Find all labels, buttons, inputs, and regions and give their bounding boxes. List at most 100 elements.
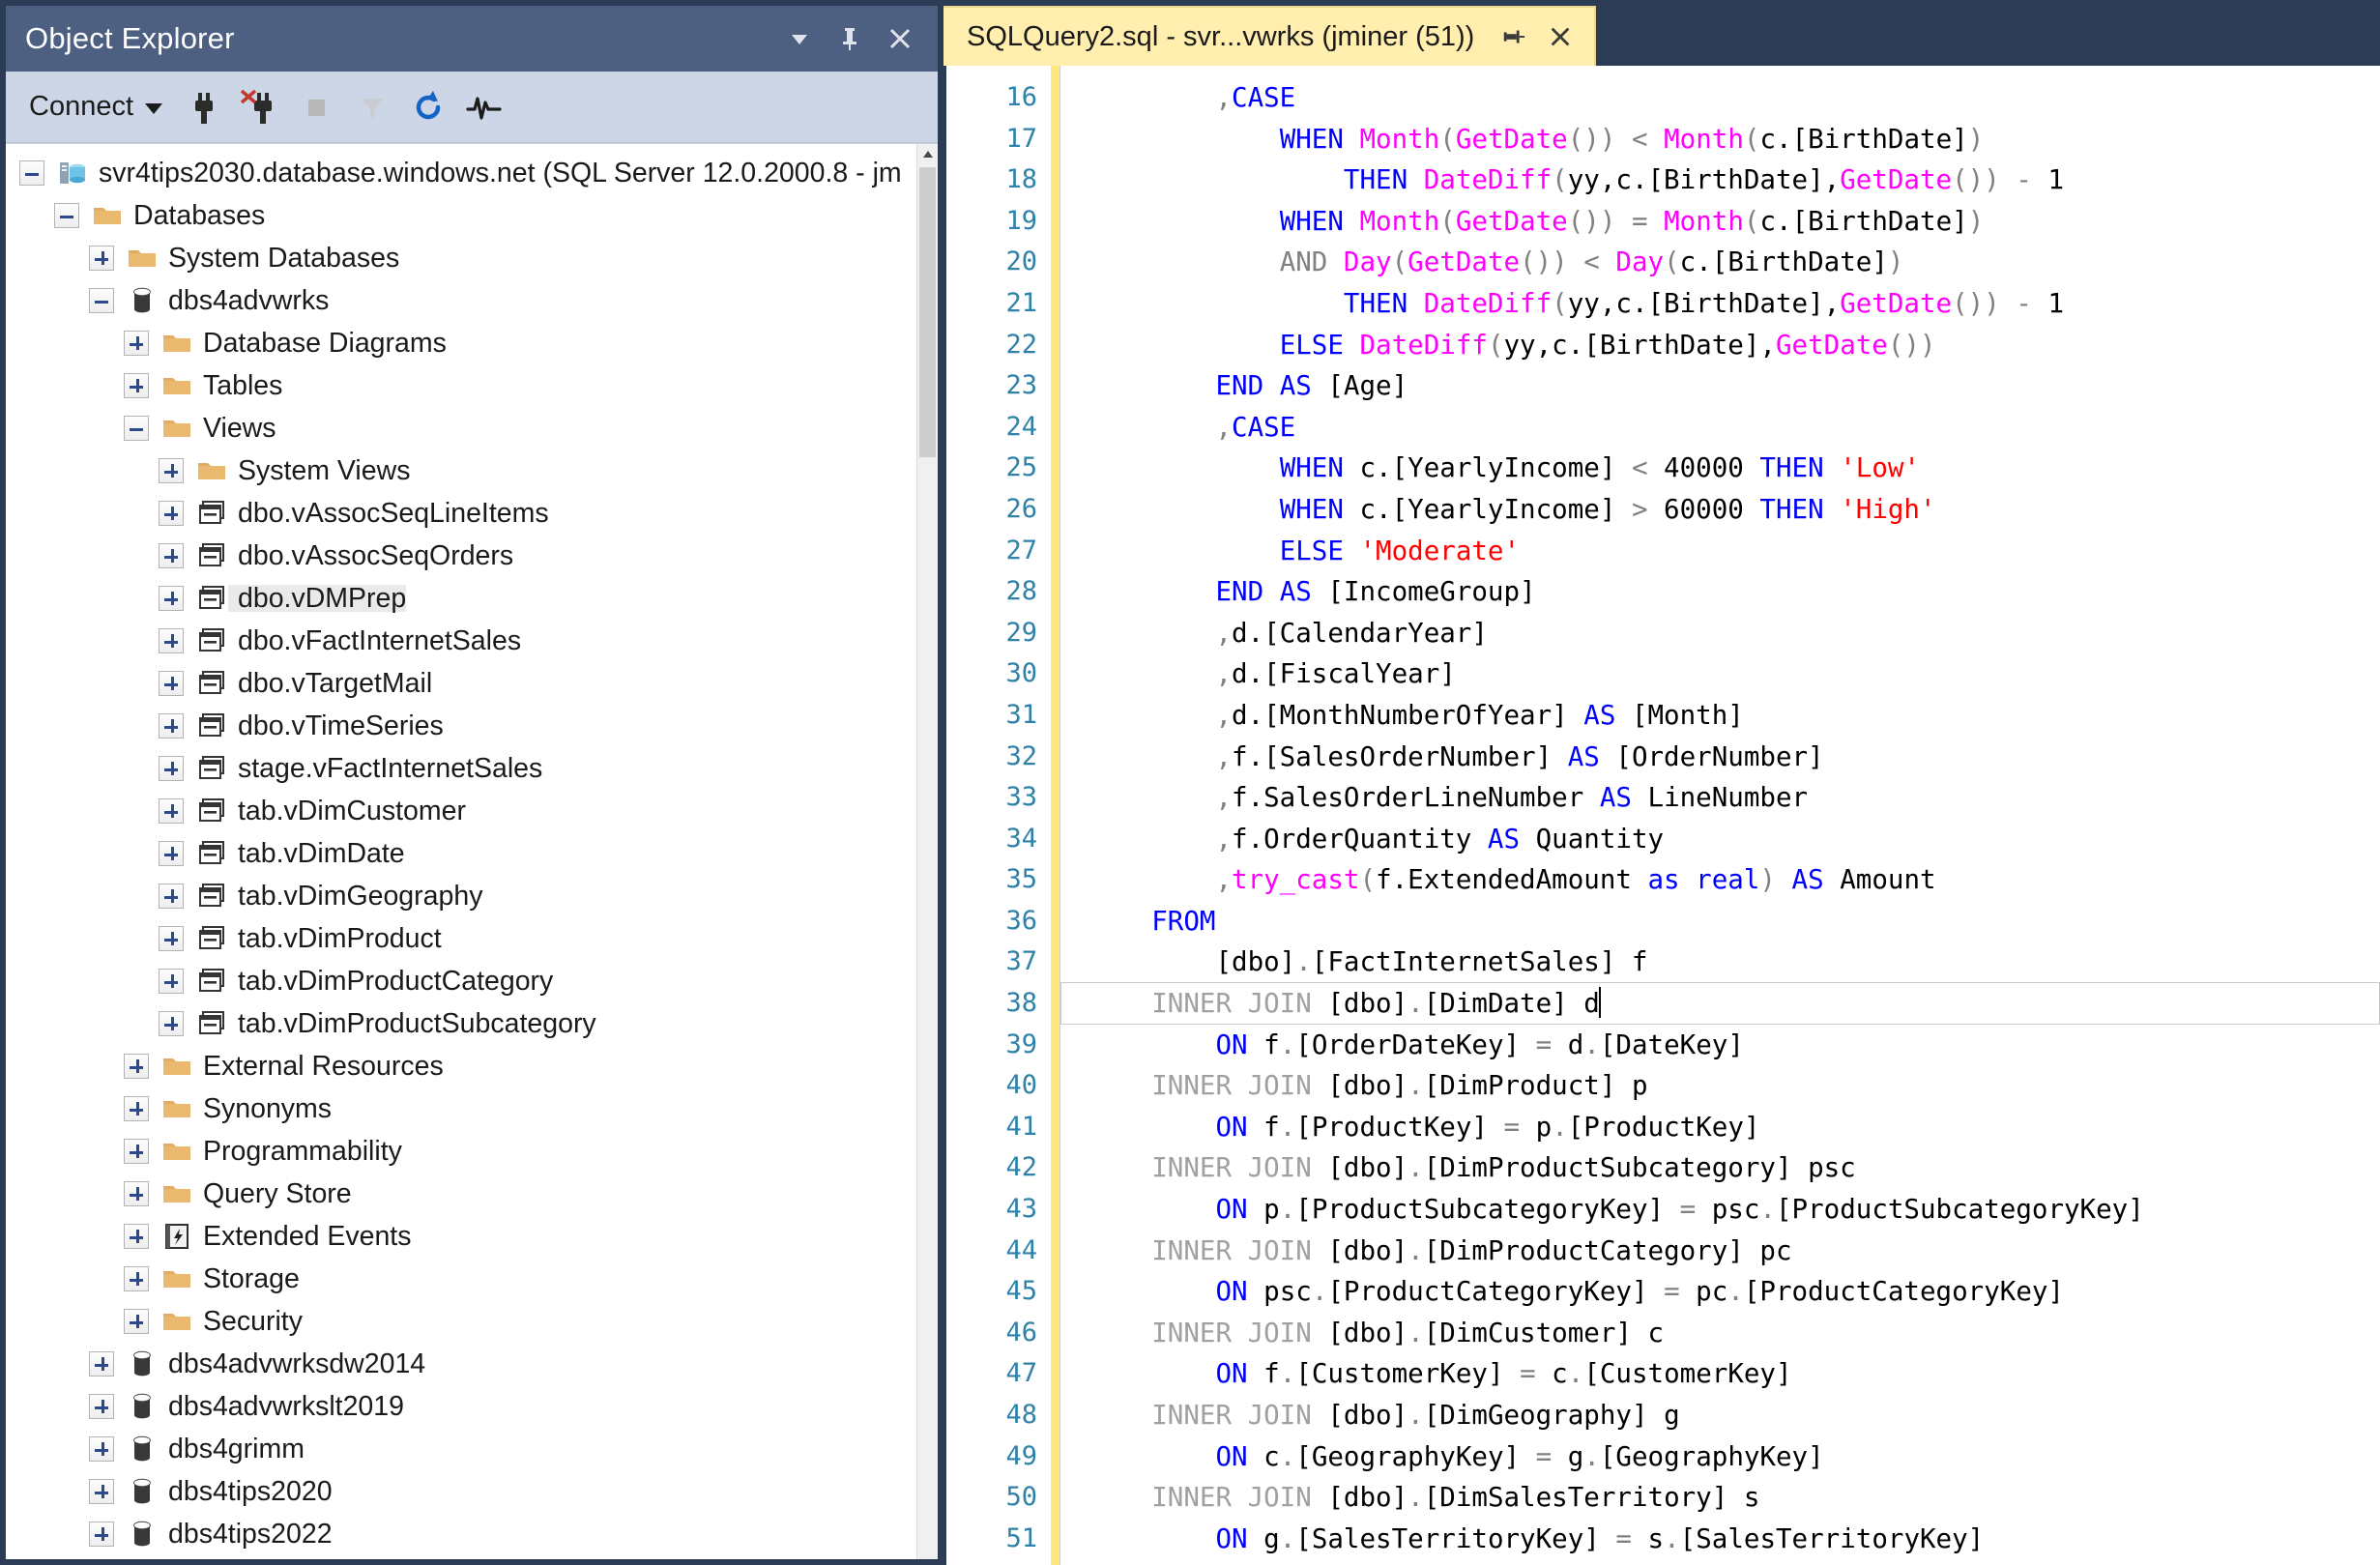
code-line[interactable]: FROM: [1088, 901, 2380, 942]
expand-icon[interactable]: [124, 1224, 149, 1249]
tree-node[interactable]: Synonyms: [6, 1087, 916, 1130]
code-line[interactable]: INNER JOIN [dbo].[DimProduct] p: [1088, 1065, 2380, 1107]
tree-node[interactable]: dbs4tips2022: [6, 1513, 916, 1555]
code-line[interactable]: ,CASE: [1088, 77, 2380, 119]
collapse-icon[interactable]: [54, 203, 79, 228]
code-line[interactable]: ,f.SalesOrderLineNumber AS LineNumber: [1088, 777, 2380, 819]
tree-node[interactable]: tab.vDimProductCategory: [6, 960, 916, 1002]
code-line[interactable]: ELSE DateDiff(yy,c.[BirthDate],GetDate()…: [1088, 325, 2380, 366]
code-line[interactable]: WHEN c.[YearlyIncome] < 40000 THEN 'Low': [1088, 448, 2380, 489]
close-icon[interactable]: [884, 22, 916, 55]
tree-node[interactable]: tab.vDimProductSubcategory: [6, 1002, 916, 1045]
sql-code-editor[interactable]: 16 17 18 19 20 21 22 23 24 25 26 27 28 29 30 31 32 33 34 35…: [943, 66, 2380, 1565]
code-line[interactable]: [dbo].[FactInternetSales] f: [1088, 942, 2380, 983]
expand-icon[interactable]: [124, 1266, 149, 1291]
pin-icon[interactable]: [833, 22, 866, 55]
pin-icon[interactable]: [1499, 22, 1528, 51]
tree-node[interactable]: dbs4grimm: [6, 1428, 916, 1470]
tree-node[interactable]: dbo.vFactInternetSales: [6, 620, 916, 662]
tree-node[interactable]: Tables: [6, 364, 916, 407]
tree-node[interactable]: dbs4tips2020: [6, 1470, 916, 1513]
expand-icon[interactable]: [124, 1096, 149, 1121]
connect-plug-icon[interactable]: [176, 79, 232, 135]
code-line[interactable]: ,f.OrderQuantity AS Quantity: [1088, 819, 2380, 860]
expand-icon[interactable]: [159, 458, 184, 483]
expand-icon[interactable]: [124, 1139, 149, 1164]
tree-node[interactable]: dbs4advwrkslt2019: [6, 1385, 916, 1428]
code-line[interactable]: ON c.[GeographyKey] = g.[GeographyKey]: [1088, 1436, 2380, 1478]
code-line[interactable]: ON psc.[ProductCategoryKey] = pc.[Produc…: [1088, 1271, 2380, 1313]
code-line[interactable]: THEN DateDiff(yy,c.[BirthDate],GetDate()…: [1088, 159, 2380, 201]
tree-node[interactable]: Views: [6, 407, 916, 449]
code-line[interactable]: ,CASE: [1088, 407, 2380, 449]
expand-icon[interactable]: [159, 1011, 184, 1036]
filter-icon[interactable]: [344, 79, 400, 135]
tree-node[interactable]: tab.vDimProduct: [6, 917, 916, 960]
code-line[interactable]: AND Day(GetDate()) < Day(c.[BirthDate]): [1088, 242, 2380, 283]
object-explorer-scrollbar[interactable]: [916, 144, 938, 1559]
code-line[interactable]: ,try_cast(f.ExtendedAmount as real) AS A…: [1088, 859, 2380, 901]
code-line[interactable]: ON f.[CustomerKey] = c.[CustomerKey]: [1088, 1353, 2380, 1395]
code-line[interactable]: ,d.[MonthNumberOfYear] AS [Month]: [1088, 695, 2380, 737]
refresh-icon[interactable]: [400, 79, 456, 135]
tree-node[interactable]: Storage: [6, 1258, 916, 1300]
expand-icon[interactable]: [159, 969, 184, 994]
code-line[interactable]: WHEN c.[YearlyIncome] > 60000 THEN 'High…: [1088, 489, 2380, 531]
code-line[interactable]: INNER JOIN [dbo].[DimProductCategory] pc: [1088, 1231, 2380, 1272]
code-line[interactable]: ,: [1088, 1559, 2380, 1565]
expand-icon[interactable]: [89, 1394, 114, 1419]
code-line[interactable]: ,f.[SalesOrderNumber] AS [OrderNumber]: [1088, 737, 2380, 778]
collapse-icon[interactable]: [124, 416, 149, 441]
tree-node[interactable]: dbo.vAssocSeqLineItems: [6, 492, 916, 535]
expand-icon[interactable]: [124, 1181, 149, 1206]
tree-node[interactable]: mssqltips: [6, 1555, 916, 1559]
tree-node[interactable]: External Resources: [6, 1045, 916, 1087]
expand-icon[interactable]: [159, 543, 184, 568]
code-line[interactable]: ON g.[SalesTerritoryKey] = s.[SalesTerri…: [1088, 1519, 2380, 1560]
code-line[interactable]: END AS [Age]: [1088, 365, 2380, 407]
tree-node[interactable]: System Databases: [6, 237, 916, 279]
code-line[interactable]: ON f.[OrderDateKey] = d.[DateKey]: [1088, 1025, 2380, 1066]
code-line[interactable]: THEN DateDiff(yy,c.[BirthDate],GetDate()…: [1088, 283, 2380, 325]
code-line[interactable]: INNER JOIN [dbo].[DimDate] d: [1060, 982, 2380, 1026]
expand-icon[interactable]: [159, 671, 184, 696]
expand-icon[interactable]: [159, 841, 184, 866]
tree-node[interactable]: Security: [6, 1300, 916, 1343]
expand-icon[interactable]: [89, 246, 114, 271]
expand-icon[interactable]: [89, 1522, 114, 1547]
expand-icon[interactable]: [89, 1436, 114, 1462]
collapse-icon[interactable]: [19, 160, 44, 186]
collapse-icon[interactable]: [89, 288, 114, 313]
tree-node[interactable]: tab.vDimGeography: [6, 875, 916, 917]
tree-node[interactable]: Programmability: [6, 1130, 916, 1173]
tree-node[interactable]: stage.vFactInternetSales: [6, 747, 916, 790]
tree-node[interactable]: tab.vDimDate: [6, 832, 916, 875]
expand-icon[interactable]: [124, 373, 149, 398]
tree-node[interactable]: System Views: [6, 449, 916, 492]
code-line[interactable]: INNER JOIN [dbo].[DimSalesTerritory] s: [1088, 1477, 2380, 1519]
tree-node[interactable]: dbs4advwrks: [6, 279, 916, 322]
tree-node[interactable]: dbo.vTargetMail: [6, 662, 916, 705]
object-explorer-tree[interactable]: svr4tips2030.database.windows.net (SQL S…: [6, 144, 916, 1559]
tree-node[interactable]: tab.vDimCustomer: [6, 790, 916, 832]
code-line[interactable]: INNER JOIN [dbo].[DimCustomer] c: [1088, 1313, 2380, 1354]
expand-icon[interactable]: [124, 1054, 149, 1079]
expand-icon[interactable]: [124, 331, 149, 356]
tab-sqlquery2[interactable]: SQLQuery2.sql - svr...vwrks (jminer (51)…: [943, 6, 1597, 66]
window-dropdown-icon[interactable]: [783, 22, 816, 55]
expand-icon[interactable]: [159, 756, 184, 781]
code-line[interactable]: ,d.[FiscalYear]: [1088, 653, 2380, 695]
code-line[interactable]: WHEN Month(GetDate()) = Month(c.[BirthDa…: [1088, 201, 2380, 243]
tree-node[interactable]: Databases: [6, 194, 916, 237]
code-line[interactable]: INNER JOIN [dbo].[DimProductSubcategory]…: [1088, 1147, 2380, 1189]
tree-node[interactable]: dbs4advwrksdw2014: [6, 1343, 916, 1385]
expand-icon[interactable]: [89, 1479, 114, 1504]
code-line[interactable]: END AS [IncomeGroup]: [1088, 571, 2380, 613]
code-line[interactable]: ELSE 'Moderate': [1088, 531, 2380, 572]
code-line[interactable]: ON f.[ProductKey] = p.[ProductKey]: [1088, 1107, 2380, 1148]
code-line[interactable]: ON p.[ProductSubcategoryKey] = psc.[Prod…: [1088, 1189, 2380, 1231]
close-icon[interactable]: [1546, 22, 1575, 51]
tree-node[interactable]: dbo.vAssocSeqOrders: [6, 535, 916, 577]
tree-node[interactable]: Extended Events: [6, 1215, 916, 1258]
expand-icon[interactable]: [159, 586, 184, 611]
